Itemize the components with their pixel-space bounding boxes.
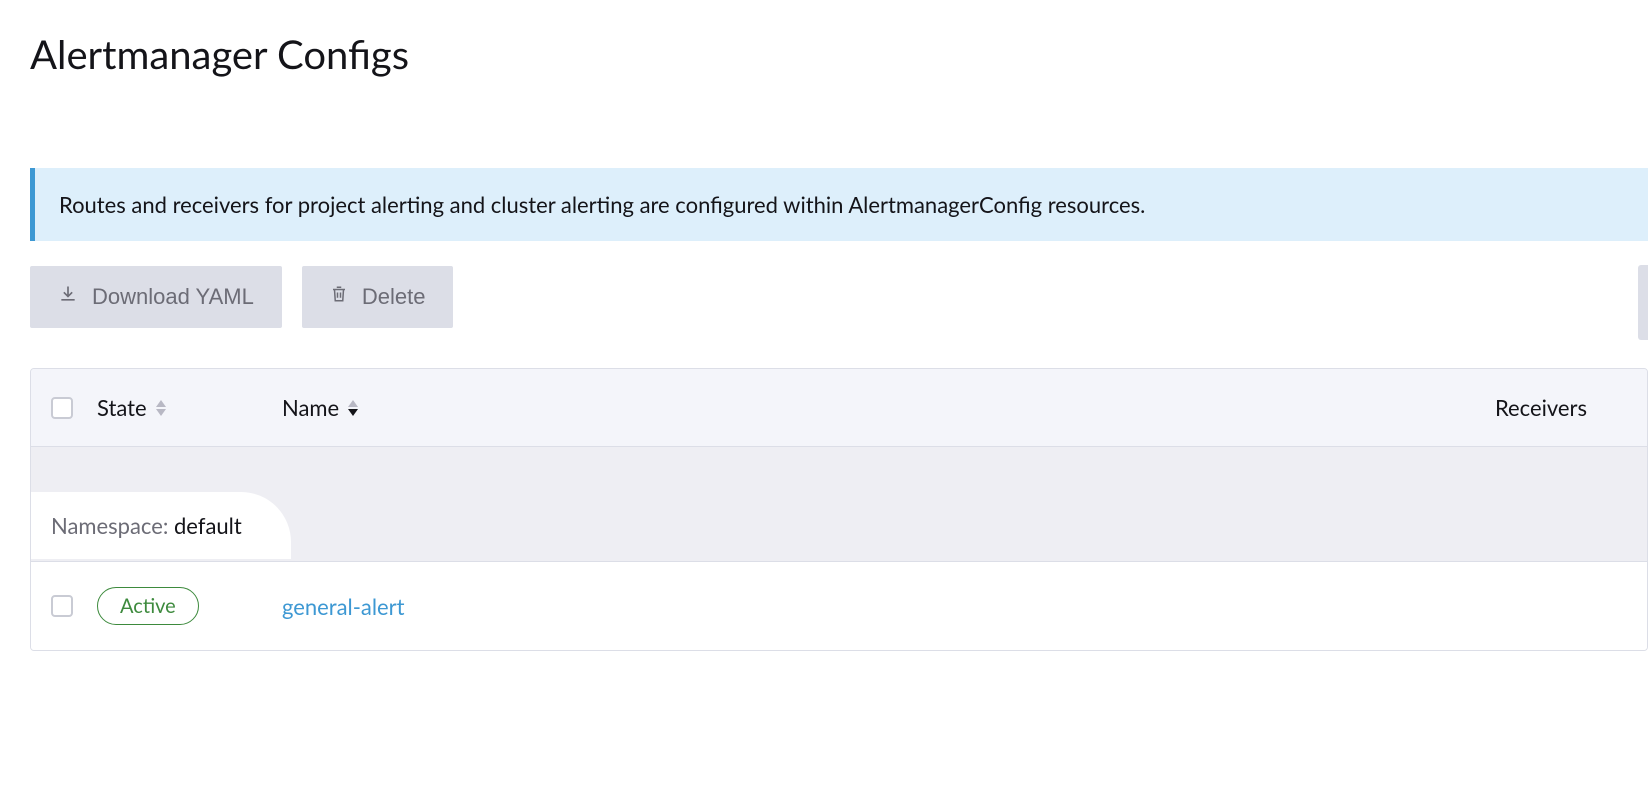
status-badge: Active	[97, 587, 199, 625]
info-banner: Routes and receivers for project alertin…	[30, 168, 1648, 241]
row-checkbox[interactable]	[51, 595, 73, 617]
column-header-receivers[interactable]: Receivers	[1327, 394, 1627, 421]
trash-icon	[330, 284, 348, 310]
section-gap	[31, 447, 1647, 492]
side-panel-toggle[interactable]	[1638, 265, 1648, 340]
namespace-tab[interactable]: Namespace: default	[31, 492, 291, 559]
column-header-state[interactable]: State	[97, 394, 282, 421]
delete-button[interactable]: Delete	[302, 266, 454, 328]
download-yaml-label: Download YAML	[92, 284, 254, 310]
column-receivers-label: Receivers	[1495, 394, 1587, 421]
column-name-label: Name	[282, 394, 339, 421]
page-title: Alertmanager Configs	[30, 30, 1648, 78]
sort-icon	[347, 400, 359, 416]
table-row: Active general-alert	[31, 562, 1647, 650]
sort-icon	[155, 400, 167, 416]
column-state-label: State	[97, 394, 147, 421]
delete-label: Delete	[362, 284, 426, 310]
namespace-value: default	[174, 512, 242, 539]
namespace-tab-row: Namespace: default	[31, 492, 1647, 562]
download-yaml-button[interactable]: Download YAML	[30, 266, 282, 328]
table-header: State Name Receivers	[31, 369, 1647, 447]
row-state: Active	[97, 587, 282, 625]
info-banner-text: Routes and receivers for project alertin…	[59, 191, 1145, 218]
select-all-checkbox[interactable]	[51, 397, 73, 419]
row-name: general-alert	[282, 593, 1327, 620]
column-header-name[interactable]: Name	[282, 394, 1327, 421]
action-bar: Download YAML Delete	[30, 266, 1648, 328]
download-icon	[58, 284, 78, 310]
configs-table: State Name Receivers Namespace: defau	[30, 368, 1648, 651]
config-name-link[interactable]: general-alert	[282, 593, 405, 620]
namespace-label: Namespace:	[51, 512, 174, 539]
